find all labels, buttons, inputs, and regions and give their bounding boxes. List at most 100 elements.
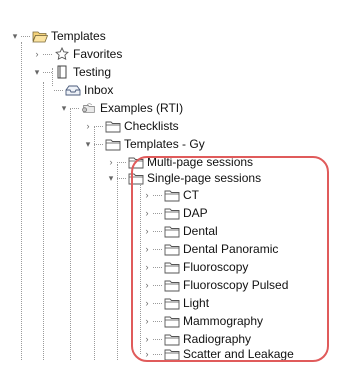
tree-guide-line xyxy=(70,108,71,360)
tree-node-single-page-sessions[interactable]: ▾ Single-page sessions xyxy=(106,170,261,186)
tree-node-label: Checklists xyxy=(124,119,179,133)
tree-node-templates[interactable]: ▾ Templates xyxy=(10,28,106,44)
tree-node-label: Inbox xyxy=(84,83,114,97)
tree-node-testing[interactable]: ▾ Testing xyxy=(32,64,111,80)
folder-icon xyxy=(105,137,121,151)
expand-toggle[interactable]: ▾ xyxy=(106,171,116,185)
tree-connector xyxy=(43,71,52,73)
tree-connector xyxy=(153,248,162,250)
folder-icon xyxy=(164,260,180,274)
folder-icon xyxy=(164,314,180,328)
tree-node-ct[interactable]: › CT xyxy=(142,187,200,203)
tree-connector xyxy=(153,353,162,355)
folder-icon xyxy=(164,224,180,238)
tree-connector xyxy=(94,125,103,127)
tree-connector xyxy=(153,320,162,322)
tree-node-label: Templates xyxy=(51,29,106,43)
expand-toggle[interactable]: › xyxy=(32,47,42,61)
tree-connector xyxy=(153,284,162,286)
expand-toggle[interactable]: › xyxy=(83,119,93,133)
tree-node-label: Dental Panoramic xyxy=(183,242,279,256)
tree-node-label: DAP xyxy=(183,206,208,220)
expand-toggle[interactable]: › xyxy=(142,314,152,328)
inbox-icon xyxy=(65,83,81,97)
expand-toggle[interactable]: › xyxy=(142,224,152,238)
tree-connector xyxy=(70,107,79,109)
tree-node-light[interactable]: › Light xyxy=(142,295,210,311)
tree-connector xyxy=(94,143,103,145)
tree-node-templates-gy[interactable]: ▾ Templates - Gy xyxy=(83,136,205,152)
tree-connector xyxy=(153,266,162,268)
tree-node-label: Testing xyxy=(73,65,112,79)
folder-open-icon xyxy=(32,29,48,43)
expand-toggle[interactable]: › xyxy=(142,260,152,274)
folder-icon xyxy=(164,332,180,346)
tree-node-multi-page-sessions[interactable]: › Multi-page sessions xyxy=(106,154,254,170)
folder-icon xyxy=(164,206,180,220)
tree-node-radiography[interactable]: › Radiography xyxy=(142,331,252,347)
tree-connector xyxy=(117,161,126,163)
folder-icon xyxy=(105,119,121,133)
expand-toggle[interactable]: ▾ xyxy=(83,137,93,151)
tree-connector xyxy=(43,53,52,55)
tree-node-scatter-and-leakage[interactable]: › Scatter and Leakage xyxy=(142,346,294,362)
tree-connector xyxy=(153,194,162,196)
expand-toggle[interactable]: › xyxy=(142,296,152,310)
folder-icon xyxy=(164,188,180,202)
tree-node-label: Mammography xyxy=(183,314,264,328)
tree-node-label: CT xyxy=(183,188,199,202)
tree-node-inbox[interactable]: Inbox xyxy=(54,82,113,98)
folder-icon xyxy=(128,155,144,169)
tree-node-checklists[interactable]: › Checklists xyxy=(83,118,179,134)
tree-node-label: Examples (RTI) xyxy=(100,101,184,115)
folder-icon xyxy=(164,347,180,361)
expand-toggle[interactable]: › xyxy=(142,278,152,292)
tree-guide-line xyxy=(140,180,141,354)
folder-icon xyxy=(128,171,144,185)
shared-folder-icon xyxy=(81,101,97,115)
tree-node-label: Single-page sessions xyxy=(147,171,262,185)
expand-toggle[interactable]: › xyxy=(142,188,152,202)
tree-node-label: Light xyxy=(183,296,210,310)
tree-connector xyxy=(21,35,30,37)
expand-toggle[interactable]: › xyxy=(142,206,152,220)
expand-toggle[interactable]: › xyxy=(142,332,152,346)
tree-node-mammography[interactable]: › Mammography xyxy=(142,313,264,329)
notebook-icon xyxy=(54,65,70,79)
tree-guide-line xyxy=(117,164,118,360)
tree-node-label: Dental xyxy=(183,224,218,238)
tree-node-dental[interactable]: › Dental xyxy=(142,223,218,239)
template-tree: ▾ Templates › Favorites ▾ Testing Inbox … xyxy=(0,0,342,378)
folder-icon xyxy=(164,242,180,256)
tree-node-dental-panoramic[interactable]: › Dental Panoramic xyxy=(142,241,279,257)
tree-connector xyxy=(153,230,162,232)
tree-node-label: Favorites xyxy=(73,47,123,61)
tree-guide-line xyxy=(21,42,22,360)
tree-connector xyxy=(117,177,126,179)
tree-guide-line xyxy=(94,126,95,360)
tree-node-label: Radiography xyxy=(183,332,252,346)
tree-node-examples-rti[interactable]: ▾ Examples (RTI) xyxy=(59,100,183,116)
tree-node-fluoroscopy-pulsed[interactable]: › Fluoroscopy Pulsed xyxy=(142,277,289,293)
expand-toggle[interactable]: ▾ xyxy=(10,29,20,43)
tree-node-label: Scatter and Leakage xyxy=(183,347,294,361)
tree-connector xyxy=(153,212,162,214)
tree-connector xyxy=(153,302,162,304)
expand-toggle[interactable]: ▾ xyxy=(59,101,69,115)
tree-connector xyxy=(153,338,162,340)
folder-icon xyxy=(164,278,180,292)
expand-toggle[interactable]: › xyxy=(142,347,152,361)
tree-guide-line xyxy=(43,82,44,360)
expand-toggle[interactable]: › xyxy=(142,242,152,256)
tree-connector xyxy=(54,89,63,91)
tree-node-label: Fluoroscopy xyxy=(183,260,249,274)
tree-node-fluoroscopy[interactable]: › Fluoroscopy xyxy=(142,259,249,275)
tree-node-favorites[interactable]: › Favorites xyxy=(32,46,122,62)
folder-icon xyxy=(164,296,180,310)
expand-toggle[interactable]: › xyxy=(106,155,116,169)
tree-node-dap[interactable]: › DAP xyxy=(142,205,208,221)
tree-node-label: Templates - Gy xyxy=(124,137,205,151)
expand-toggle[interactable]: ▾ xyxy=(32,65,42,79)
tree-node-label: Multi-page sessions xyxy=(147,155,254,169)
tree-node-label: Fluoroscopy Pulsed xyxy=(183,278,289,292)
